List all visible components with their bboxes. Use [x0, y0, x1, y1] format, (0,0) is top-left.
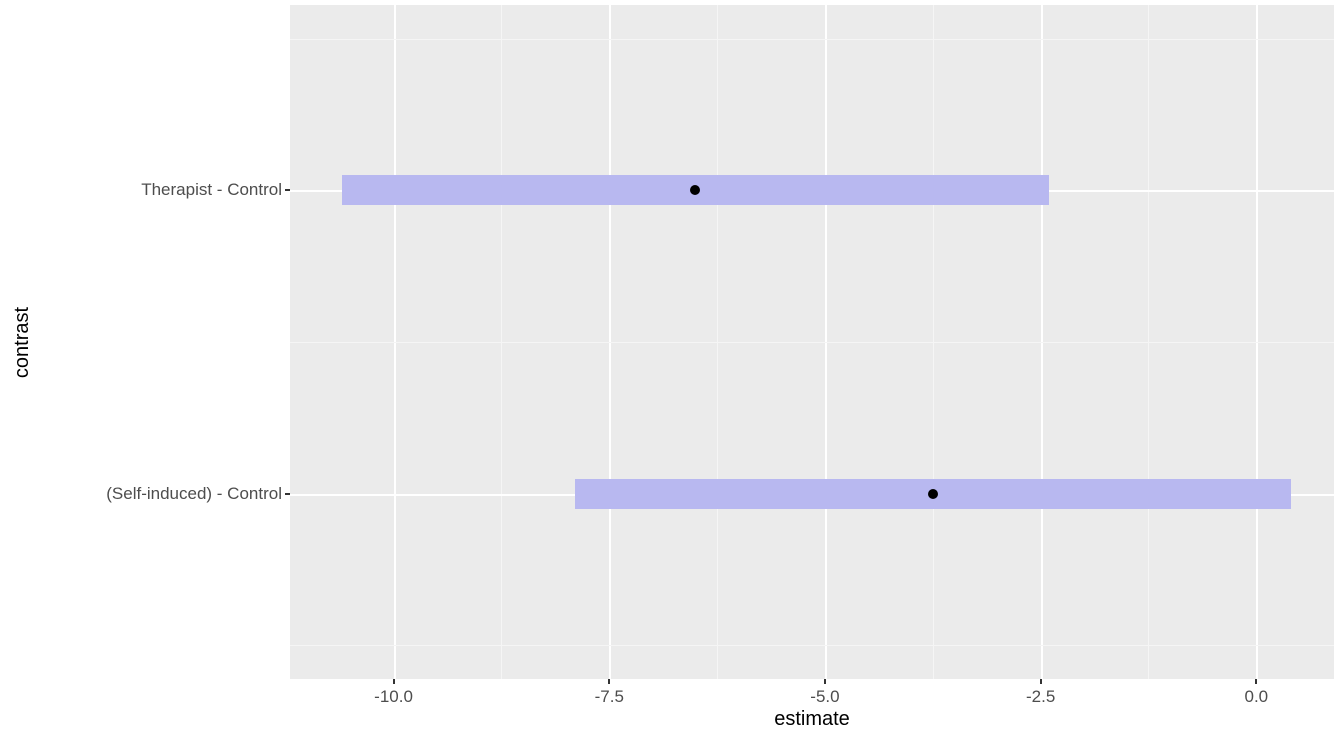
x-tick-mark [608, 679, 610, 684]
y-tick-label-self: (Self-induced) - Control [106, 484, 282, 504]
x-tick-label: -10.0 [374, 687, 413, 707]
chart-container: contrast Therapist - Control (Self-induc… [0, 0, 1344, 739]
y-axis-title: contrast [12, 306, 35, 377]
x-tick-label: -2.5 [1026, 687, 1055, 707]
point-estimate-self [928, 489, 938, 499]
grid-h-minor [290, 645, 1334, 646]
x-tick-label: 0.0 [1244, 687, 1268, 707]
x-axis-title: estimate [290, 708, 1334, 731]
x-tick-label: -5.0 [810, 687, 839, 707]
grid-h-minor [290, 342, 1334, 343]
plot-panel [290, 5, 1334, 679]
x-tick-label: -7.5 [595, 687, 624, 707]
y-tick-label-therapist: Therapist - Control [141, 180, 282, 200]
x-tick-mark [1040, 679, 1042, 684]
grid-h-minor [290, 39, 1334, 40]
x-tick-mark [824, 679, 826, 684]
x-tick-mark [1255, 679, 1257, 684]
x-tick-mark [393, 679, 395, 684]
y-axis-title-wrap: contrast [8, 0, 38, 684]
y-axis-ticks: Therapist - Control (Self-induced) - Con… [38, 5, 290, 679]
x-axis-ticks: -10.0 -7.5 -5.0 -2.5 0.0 [290, 679, 1334, 709]
point-estimate-therapist [690, 185, 700, 195]
